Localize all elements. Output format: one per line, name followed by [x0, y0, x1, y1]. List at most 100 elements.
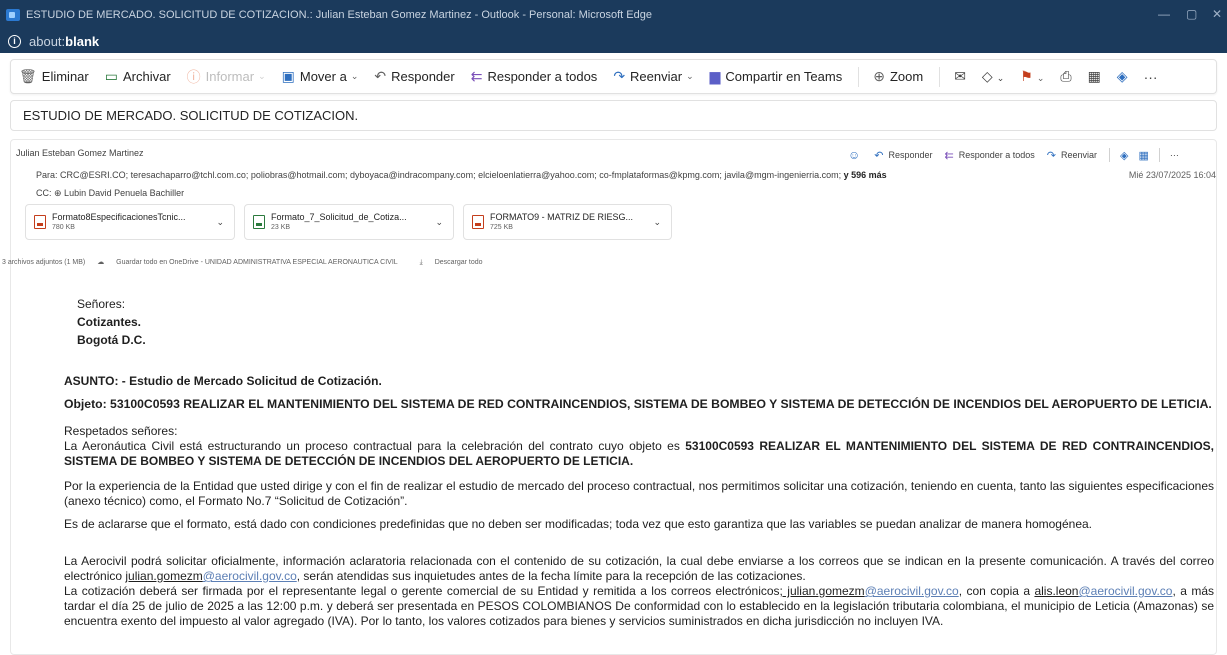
greeting: Respetados señores:: [64, 424, 178, 438]
copilot-icon[interactable]: ◈: [1117, 68, 1128, 85]
trash-icon: 🗑: [19, 68, 37, 84]
archive-button[interactable]: ▭ Archivar: [105, 68, 171, 85]
report-icon: ⓘ: [186, 68, 201, 85]
save-onedrive-link[interactable]: ☁ Guardar todo en OneDrive - UNIDAD ADMI…: [97, 259, 407, 266]
email-link-domain[interactable]: @aerocivil.gov.co: [1078, 584, 1172, 598]
move-label: Mover a: [299, 69, 347, 84]
forward-button[interactable]: ↷ Reenviar ⌄: [613, 68, 693, 85]
forward-icon: ↷: [613, 68, 626, 84]
forward-icon: ↷: [1046, 149, 1057, 162]
reply-action-label: Responder: [888, 150, 933, 160]
reply-all-action[interactable]: ⇇ Responder a todos: [945, 149, 1035, 162]
submission-copy-text: , con copia a: [958, 584, 1035, 598]
share-teams-button[interactable]: ▆ Compartir en Teams: [710, 68, 843, 85]
window-title: ESTUDIO DE MERCADO. SOLICITUD DE COTIZAC…: [26, 8, 652, 21]
email-link-domain[interactable]: @aerocivil.gov.co: [865, 584, 959, 598]
email-link[interactable]: ; julian.gomezm: [780, 584, 865, 598]
zoom-button[interactable]: ⊕ Zoom: [873, 68, 923, 85]
teams-icon: ▆: [709, 68, 721, 84]
pdf-file-icon: [34, 215, 46, 229]
move-folder-icon: ▣: [281, 68, 295, 84]
document-file-icon: [253, 215, 265, 229]
flag-icon[interactable]: ⚑ ⌄: [1020, 68, 1044, 85]
download-all-label: Descargar todo: [434, 259, 483, 266]
copilot-icon[interactable]: ◈: [1120, 149, 1128, 162]
message-more-button[interactable]: ···: [1170, 150, 1179, 160]
download-all-link[interactable]: ⤓ Descargar todo: [420, 259, 493, 266]
paragraph-intro-text: La Aeronáutica Civil está estructurando …: [64, 439, 686, 453]
report-label: Informar: [205, 69, 255, 84]
reply-all-label: Responder a todos: [487, 69, 598, 84]
delete-button[interactable]: 🗑 Eliminar: [19, 68, 89, 85]
immersive-reader-icon[interactable]: ▦: [1088, 68, 1101, 85]
attachment-item[interactable]: FORMATO9 - MATRIZ DE RIESG... 725 KB ⌄: [463, 204, 672, 240]
cc-value[interactable]: ⊕ Lubin David Penuela Bachiller: [54, 188, 184, 198]
reply-icon: ↶: [374, 68, 387, 84]
archive-icon: ▭: [104, 68, 118, 84]
attachment-name: FORMATO9 - MATRIZ DE RIESG...: [490, 212, 634, 222]
reply-button[interactable]: ↶ Responder: [374, 68, 454, 85]
more-recipients-link[interactable]: y 596 más: [844, 170, 887, 180]
share-teams-label: Compartir en Teams: [725, 69, 843, 84]
toolbar-divider: [858, 66, 860, 87]
tag-icon[interactable]: ◇ ⌄: [982, 68, 1004, 85]
chevron-down-icon[interactable]: ⌄: [216, 217, 224, 228]
reply-all-icon: ⇇: [944, 149, 954, 162]
actions-divider: [1109, 148, 1111, 162]
close-icon[interactable]: ✕: [1212, 7, 1222, 21]
archive-label: Archivar: [122, 69, 171, 84]
to-recipients: Para: CRC@ESRI.CO; teresachaparro@tchl.c…: [36, 170, 887, 180]
to-label: Para:: [36, 170, 58, 180]
move-to-button[interactable]: ▣ Mover a ⌄: [282, 68, 359, 85]
attachment-item[interactable]: Formato8EspecificacionesTcnic... 780 KB …: [25, 204, 235, 240]
reaction-icon[interactable]: ☺: [848, 148, 860, 162]
paragraph-submission: La cotización deberá ser firmada por el …: [64, 584, 1214, 629]
more-options-button[interactable]: ···: [1144, 69, 1158, 85]
to-list[interactable]: CRC@ESRI.CO; teresachaparro@tchl.com.co;…: [60, 170, 841, 180]
paragraph-intro: La Aeronáutica Civil está estructurando …: [64, 439, 1214, 469]
salutation: Señores:: [77, 297, 126, 311]
maximize-icon[interactable]: ▢: [1186, 7, 1197, 21]
submission-text: La cotización deberá ser firmada por el …: [64, 584, 780, 598]
outlook-app-icon: [6, 8, 20, 21]
object-line: Objeto: 53100C0593 REALIZAR EL MANTENIMI…: [64, 397, 1212, 411]
cc-recipients: CC: ⊕ Lubin David Penuela Bachiller: [36, 188, 184, 199]
toolbar-divider: [939, 66, 941, 87]
command-toolbar: 🗑 Eliminar ▭ Archivar ⓘ Informar ⌄ ▣ Mover a ⌄…: [10, 59, 1217, 94]
chevron-down-icon: ⌄: [350, 71, 359, 81]
attachment-name: Formato_7_Solicitud_de_Cotiza...: [271, 212, 407, 222]
recipient-line: Cotizantes.: [77, 315, 142, 329]
chevron-down-icon[interactable]: ⌄: [653, 217, 661, 228]
address-bar[interactable]: i about: blank: [0, 29, 1227, 53]
sender-name[interactable]: Julian Esteban Gomez Martinez: [16, 148, 144, 158]
paragraph-request: Por la experiencia de la Entidad que ust…: [64, 479, 1214, 508]
reply-all-action-label: Responder a todos: [958, 150, 1035, 160]
reply-action[interactable]: ↶ Responder: [874, 149, 932, 162]
attachments-summary: 3 archivos adjuntos (1 MB) ☁ Guardar tod…: [2, 258, 503, 267]
actions-divider: [1158, 148, 1160, 162]
address-protocol: about:: [29, 33, 66, 49]
reply-all-button[interactable]: ⇇ Responder a todos: [471, 68, 598, 85]
message-actions: ☺ ↶ Responder ⇇ Responder a todos ↷ Reenvia…: [848, 148, 1179, 162]
email-link-domain[interactable]: @aerocivil.gov.co: [203, 569, 297, 583]
apps-icon[interactable]: ▦: [1139, 149, 1149, 162]
zoom-label: Zoom: [889, 69, 924, 84]
chevron-down-icon[interactable]: ⌄: [435, 217, 443, 228]
envelope-open-icon[interactable]: ✉: [954, 68, 966, 85]
minimize-icon[interactable]: —: [1158, 7, 1170, 21]
download-icon: ⤓: [419, 259, 425, 266]
report-button[interactable]: ⓘ Informar ⌄: [187, 67, 266, 87]
cloud-icon: ☁: [97, 259, 107, 266]
paragraph-clarifications: La Aerocivil podrá solicitar oficialment…: [64, 554, 1214, 584]
reply-label: Responder: [391, 69, 455, 84]
print-icon[interactable]: ⎙: [1060, 68, 1071, 85]
email-link[interactable]: alis.leon: [1034, 584, 1078, 598]
attachment-item[interactable]: Formato_7_Solicitud_de_Cotiza... 23 KB ⌄: [244, 204, 454, 240]
forward-action-label: Reenviar: [1061, 150, 1098, 160]
email-link[interactable]: julian.gomezm: [125, 569, 202, 583]
message-date: Mié 23/07/2025 16:04: [1128, 170, 1216, 180]
site-info-icon[interactable]: i: [8, 34, 21, 48]
forward-action[interactable]: ↷ Reenviar: [1047, 149, 1097, 162]
chevron-down-icon: ⌄: [686, 71, 694, 81]
attachments-count: 3 archivos adjuntos (1 MB): [2, 259, 86, 266]
